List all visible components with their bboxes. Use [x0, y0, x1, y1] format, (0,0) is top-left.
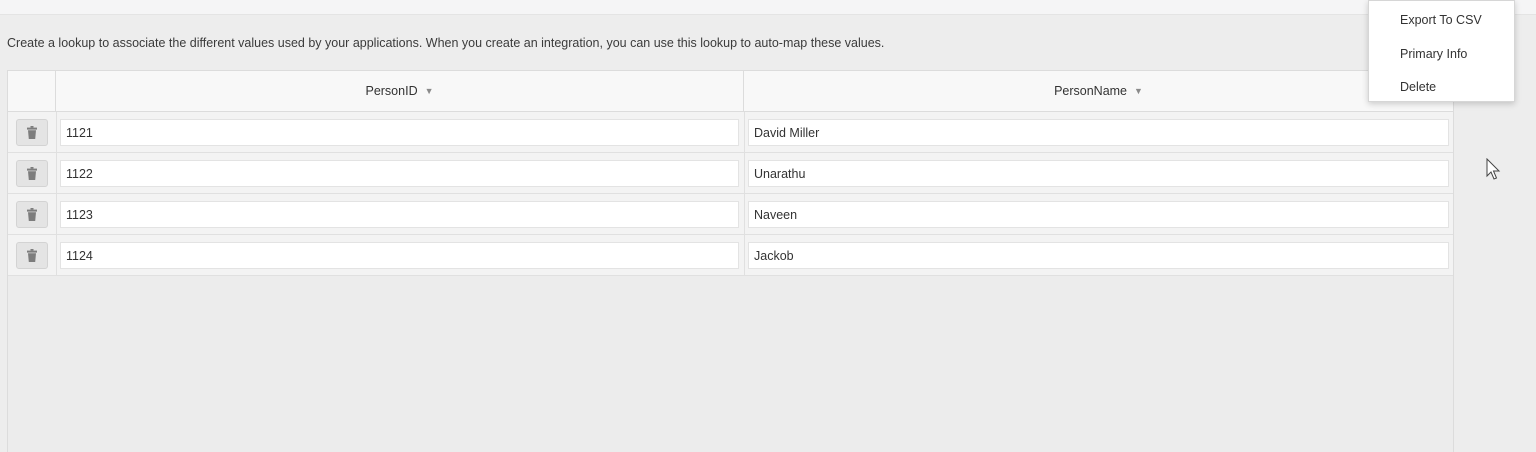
top-bar — [0, 0, 1536, 15]
delete-row-button[interactable] — [16, 119, 48, 146]
person-name-input[interactable] — [748, 119, 1449, 146]
menu-item-delete[interactable]: Delete — [1369, 72, 1514, 102]
trash-icon — [27, 167, 37, 180]
context-menu: Export To CSV Primary Info Delete — [1368, 0, 1515, 102]
menu-item-primary-info[interactable]: Primary Info — [1369, 39, 1514, 69]
column-header-person-id[interactable]: PersonID ▼ — [56, 71, 744, 111]
table-row — [8, 112, 1453, 153]
table-row — [8, 153, 1453, 194]
mouse-pointer-icon — [1486, 158, 1501, 180]
trash-icon — [27, 208, 37, 221]
column-header-label: PersonName — [1054, 84, 1128, 98]
delete-row-button[interactable] — [16, 201, 48, 228]
person-id-input[interactable] — [60, 160, 739, 187]
delete-row-button[interactable] — [16, 160, 48, 187]
menu-item-export-csv[interactable]: Export To CSV — [1369, 5, 1514, 35]
person-id-input[interactable] — [60, 201, 739, 228]
person-name-input[interactable] — [748, 242, 1449, 269]
caret-down-icon[interactable]: ▼ — [425, 86, 434, 96]
trash-icon — [27, 126, 37, 139]
person-id-input[interactable] — [60, 119, 739, 146]
person-id-input[interactable] — [60, 242, 739, 269]
page-description: Create a lookup to associate the differe… — [7, 36, 885, 50]
delete-row-button[interactable] — [16, 242, 48, 269]
column-header-label: PersonID — [365, 84, 418, 98]
lookup-table: PersonID ▼ PersonName ▼ — [7, 70, 1454, 452]
table-row — [8, 194, 1453, 235]
column-header-person-name[interactable]: PersonName ▼ — [744, 71, 1453, 111]
caret-down-icon[interactable]: ▼ — [1134, 86, 1143, 96]
person-name-input[interactable] — [748, 201, 1449, 228]
table-row — [8, 235, 1453, 276]
person-name-input[interactable] — [748, 160, 1449, 187]
header-action-cell — [8, 71, 56, 111]
table-header: PersonID ▼ PersonName ▼ — [8, 71, 1453, 112]
trash-icon — [27, 249, 37, 262]
